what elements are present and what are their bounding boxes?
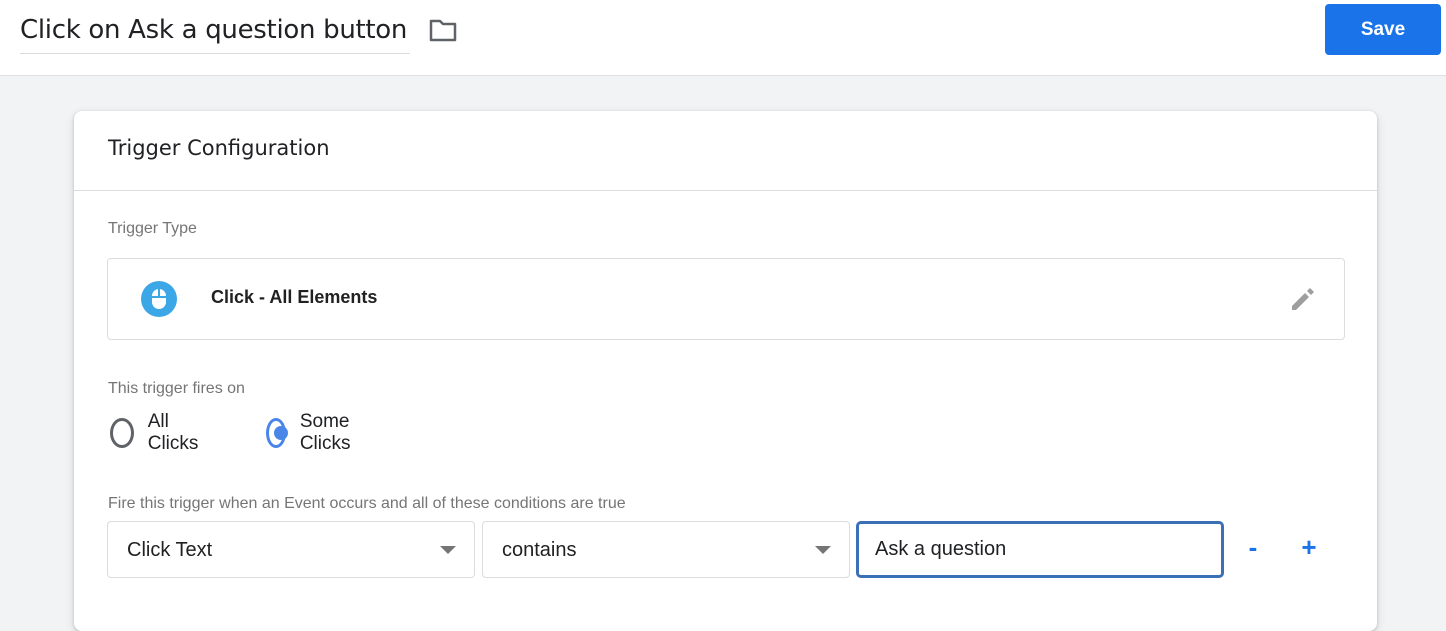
radio-label: Some Clicks <box>299 411 351 454</box>
radio-label: All Clicks <box>147 411 199 454</box>
folder-icon[interactable] <box>428 17 458 43</box>
condition-value-input[interactable] <box>856 521 1224 578</box>
card-title: Trigger Configuration <box>108 136 330 160</box>
add-condition-button[interactable]: + <box>1291 529 1327 565</box>
remove-condition-button[interactable]: - <box>1235 529 1271 565</box>
dropdown-arrow-icon <box>815 546 831 554</box>
tag-name-field[interactable]: Click on Ask a question button <box>20 12 410 54</box>
radio-all-clicks[interactable]: All Clicks <box>110 411 205 454</box>
mouse-icon <box>141 281 177 317</box>
dropdown-arrow-icon <box>440 546 456 554</box>
pencil-icon[interactable] <box>1288 284 1318 314</box>
trigger-type-name: Click - All Elements <box>211 287 378 307</box>
variable-select-value: Click Text <box>127 539 213 561</box>
radio-some-clicks[interactable]: Some Clicks <box>266 411 361 454</box>
radio-button-checked[interactable] <box>266 418 288 448</box>
variable-select[interactable]: Click Text <box>107 521 475 578</box>
condition-row: Click Text contains - + <box>107 521 1337 579</box>
conditions-label: Fire this trigger when an Event occurs a… <box>108 495 626 512</box>
trigger-type-selector[interactable]: Click - All Elements <box>107 258 1345 340</box>
operator-select[interactable]: contains <box>482 521 850 578</box>
save-button[interactable]: Save <box>1325 4 1441 55</box>
operator-select-value: contains <box>502 539 577 561</box>
radio-button-unchecked[interactable] <box>110 418 134 448</box>
trigger-type-label: Trigger Type <box>108 220 197 237</box>
top-bar: Click on Ask a question button Save <box>0 0 1446 76</box>
fires-on-label: This trigger fires on <box>108 380 245 397</box>
trigger-configuration-card: Trigger Configuration Trigger Type Click… <box>74 111 1377 631</box>
card-header: Trigger Configuration <box>74 111 1377 191</box>
page-title[interactable]: Click on Ask a question button <box>20 12 410 48</box>
